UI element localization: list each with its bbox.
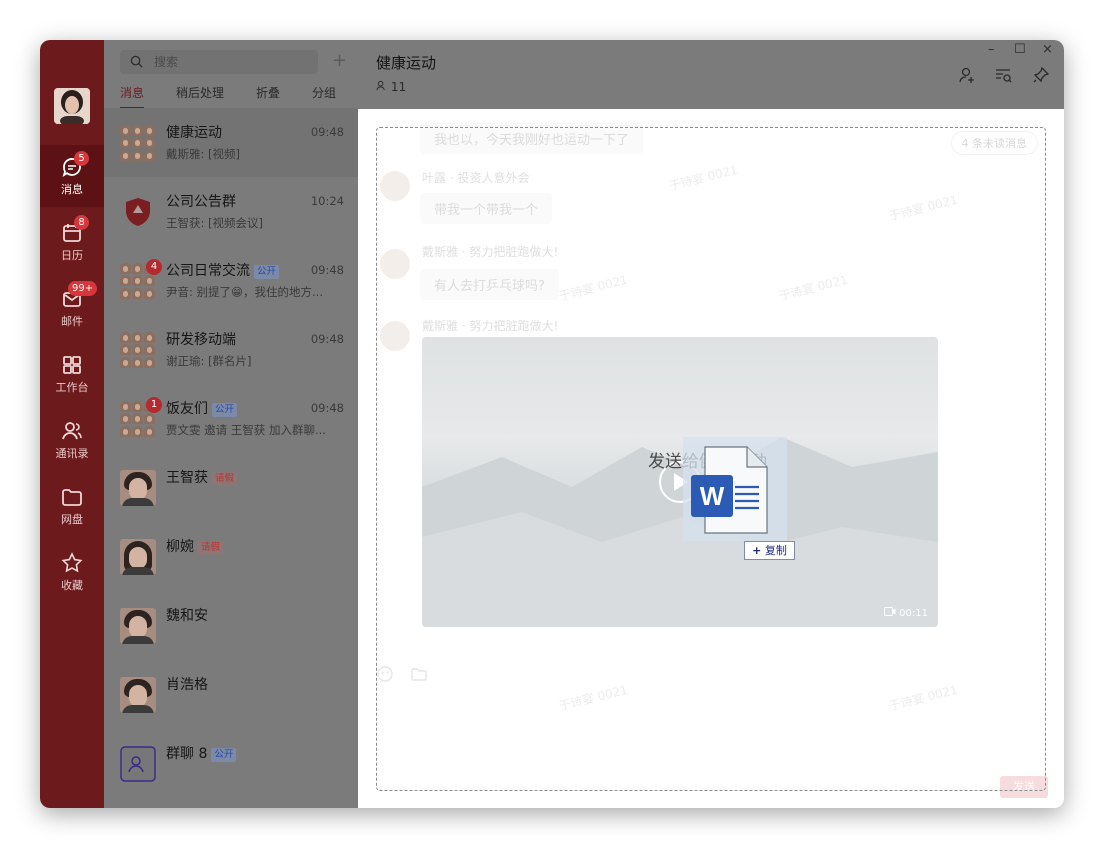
shield-logo-icon <box>120 194 156 230</box>
user-avatar[interactable] <box>54 88 90 124</box>
unread-badge: 1 <box>146 397 162 413</box>
list-tabs: 消息 稍后处理 折叠 分组 <box>104 84 358 110</box>
conversation-preview: 王智获: [视频会议] <box>166 216 264 230</box>
member-count[interactable]: 11 <box>376 80 406 94</box>
close-button[interactable]: × <box>1042 42 1053 57</box>
public-tag: 公开 <box>254 265 280 279</box>
conversation-name: 肖浩格 <box>166 677 208 693</box>
group-chat-icon <box>120 746 156 782</box>
rail-item-workbench[interactable]: 工作台 <box>40 343 104 405</box>
conversation-item[interactable]: 柳婉 请假 <box>104 522 358 591</box>
conversation-item[interactable]: 公司公告群 王智获: [视频会议] 10:24 <box>104 177 358 246</box>
conversation-time: 09:48 <box>310 332 344 346</box>
chat-body: 于诗宴 0021 于诗宴 0021 于诗宴 0021 于诗宴 0021 于诗宴 … <box>358 109 1064 808</box>
rail-item-calendar[interactable]: 日历 8 <box>40 211 104 273</box>
conversation-time: 09:48 <box>310 401 344 415</box>
unread-badge: 4 <box>146 259 162 275</box>
public-tag: 公开 <box>212 403 238 417</box>
maximize-button[interactable]: ☐ <box>1014 42 1026 57</box>
minimize-button[interactable]: – <box>988 42 995 57</box>
pin-icon[interactable] <box>1032 66 1050 84</box>
conversation-list-panel: 搜索 + 消息 稍后处理 折叠 分组 健康运动 戴斯雅: [视频] 09:48 … <box>104 40 358 808</box>
chat-title: 健康运动 <box>376 54 437 72</box>
rail-label-contacts: 通讯录 <box>55 447 89 460</box>
conversation-name: 饭友们 公开 <box>166 398 238 418</box>
leave-tag: 请假 <box>212 472 238 486</box>
tab-later[interactable]: 稍后处理 <box>176 84 224 101</box>
conversation-name: 公司公告群 <box>166 194 236 210</box>
search-placeholder: 搜索 <box>154 55 179 69</box>
grid-icon <box>63 356 81 374</box>
mail-badge: 99+ <box>68 281 98 296</box>
public-tag: 公开 <box>211 748 237 762</box>
contact-avatar <box>120 677 156 713</box>
conversation-name: 健康运动 <box>166 125 222 141</box>
search-icon <box>130 55 143 68</box>
conversation-name: 研发移动端 <box>166 332 236 348</box>
conversation-time: 09:48 <box>310 263 344 277</box>
tab-groups[interactable]: 分组 <box>312 84 336 101</box>
rail-item-contacts[interactable]: 通讯录 <box>40 409 104 471</box>
add-member-icon[interactable] <box>958 66 976 84</box>
conversation-item[interactable]: 肖浩格 <box>104 660 358 729</box>
folder-icon <box>62 489 82 506</box>
conversation-item[interactable]: 1 饭友们 公开 贾文雯 邀请 王智获 加入群聊... 09:48 <box>104 384 358 453</box>
search-history-icon[interactable] <box>994 66 1012 84</box>
rail-label-favorites: 收藏 <box>61 579 83 592</box>
messages-badge: 5 <box>74 151 89 166</box>
add-button[interactable]: + <box>332 52 347 70</box>
members-icon <box>376 80 385 91</box>
conversation-name: 魏和安 <box>166 608 208 624</box>
copy-indicator: + 复制 <box>744 541 795 560</box>
conversation-item[interactable]: 研发移动端 谢正瑜: [群名片] 09:48 <box>104 315 358 384</box>
star-icon <box>61 552 83 573</box>
rail-label-calendar: 日历 <box>61 249 83 262</box>
word-letter: W <box>700 481 725 511</box>
conversation-name: 群聊 8 公开 <box>166 743 237 763</box>
rail-label-mail: 邮件 <box>61 315 83 328</box>
conversation-item[interactable]: 魏和安 <box>104 591 358 660</box>
conversation-name: 公司日常交流 公开 <box>166 260 280 280</box>
dragged-word-file-icon: W <box>683 437 787 541</box>
conversation-item[interactable]: 4 公司日常交流 公开 尹音: 别提了😁，我住的地方... 09:48 <box>104 246 358 315</box>
chat-header: 健康运动 11 – ☐ × <box>358 40 1064 109</box>
tab-messages[interactable]: 消息 <box>120 84 145 109</box>
conversation-preview: 戴斯雅: [视频] <box>166 147 241 161</box>
conversation-preview: 尹音: 别提了😁，我住的地方... <box>166 285 323 299</box>
tab-folded[interactable]: 折叠 <box>256 84 280 101</box>
contact-avatar <box>120 470 156 506</box>
rail-item-messages[interactable]: 消息 5 <box>40 145 104 207</box>
conversation-time: 10:24 <box>310 194 344 208</box>
group-avatar <box>120 125 156 161</box>
conversation-preview: 谢正瑜: [群名片] <box>166 354 252 368</box>
conversation-item[interactable]: 群聊 8 公开 <box>104 729 358 798</box>
rail-label-workbench: 工作台 <box>55 381 89 394</box>
conversation-item[interactable]: 健康运动 戴斯雅: [视频] 09:48 <box>104 108 358 177</box>
conversation-name: 王智获 请假 <box>166 467 238 487</box>
app-window: 消息 5 日历 8 邮件 99+ 工作台 通讯录 网盘 收藏 搜索 + 消息 稍… <box>40 40 1064 808</box>
contact-avatar <box>120 608 156 644</box>
rail-label-drive: 网盘 <box>61 513 83 526</box>
search-input[interactable]: 搜索 <box>120 50 318 74</box>
contact-avatar <box>120 539 156 575</box>
rail-item-favorites[interactable]: 收藏 <box>40 541 104 603</box>
rail-label-messages: 消息 <box>61 183 83 196</box>
leave-tag: 请假 <box>198 541 224 555</box>
conversation-item[interactable]: 王智获 请假 <box>104 453 358 522</box>
contacts-icon <box>62 422 82 440</box>
calendar-badge: 8 <box>74 215 89 230</box>
rail-item-mail[interactable]: 邮件 99+ <box>40 277 104 339</box>
conversation-time: 09:48 <box>310 125 344 139</box>
conversation-preview: 贾文雯 邀请 王智获 加入群聊... <box>166 423 326 437</box>
group-avatar <box>120 332 156 368</box>
nav-rail: 消息 5 日历 8 邮件 99+ 工作台 通讯录 网盘 收藏 <box>40 40 104 808</box>
conversation-name: 柳婉 请假 <box>166 536 224 556</box>
rail-item-drive[interactable]: 网盘 <box>40 475 104 537</box>
